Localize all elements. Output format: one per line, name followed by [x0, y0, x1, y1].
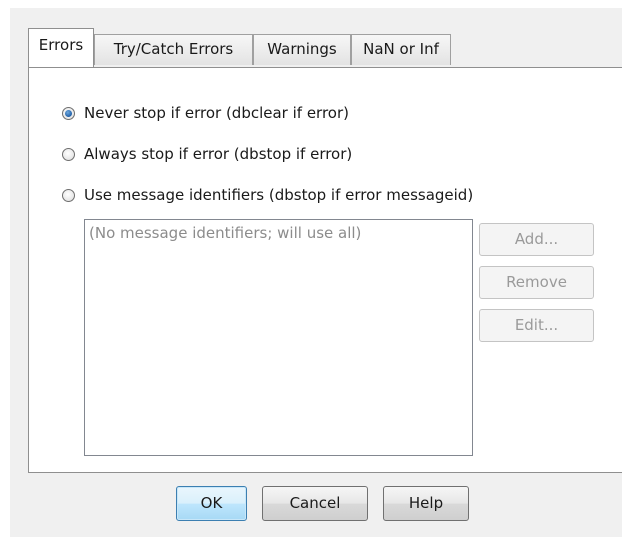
always-stop-radio[interactable] — [62, 147, 75, 161]
never-stop-option[interactable]: Never stop if error (dbclear if error) — [62, 104, 349, 122]
use-message-identifiers-option[interactable]: Use message identifiers (dbstop if error… — [62, 186, 473, 204]
cancel-button[interactable]: Cancel — [262, 486, 368, 521]
ok-button[interactable]: OK — [176, 486, 247, 521]
message-identifiers-placeholder: (No message identifiers; will use all) — [89, 224, 362, 242]
tab-try-catch-errors[interactable]: Try/Catch Errors — [94, 34, 253, 65]
add-identifier-button[interactable]: Add... — [479, 223, 594, 256]
edit-identifier-button[interactable]: Edit... — [479, 309, 594, 342]
always-stop-option[interactable]: Always stop if error (dbstop if error) — [62, 145, 352, 163]
use-message-identifiers-label: Use message identifiers (dbstop if error… — [84, 186, 474, 204]
remove-identifier-button[interactable]: Remove — [479, 266, 594, 299]
tab-warnings[interactable]: Warnings — [253, 34, 351, 65]
help-button[interactable]: Help — [383, 486, 469, 521]
tab-errors[interactable]: Errors — [28, 28, 94, 67]
use-message-identifiers-radio[interactable] — [62, 188, 75, 202]
errors-tab-panel: Never stop if error (dbclear if error) A… — [28, 67, 622, 473]
never-stop-radio[interactable] — [62, 106, 75, 120]
tab-nan-or-inf[interactable]: NaN or Inf — [351, 34, 451, 65]
never-stop-label: Never stop if error (dbclear if error) — [84, 104, 349, 122]
message-identifiers-list[interactable]: (No message identifiers; will use all) — [84, 219, 473, 456]
error-breakpoints-dialog: Errors Try/Catch Errors Warnings NaN or … — [10, 8, 622, 537]
always-stop-label: Always stop if error (dbstop if error) — [84, 145, 353, 163]
